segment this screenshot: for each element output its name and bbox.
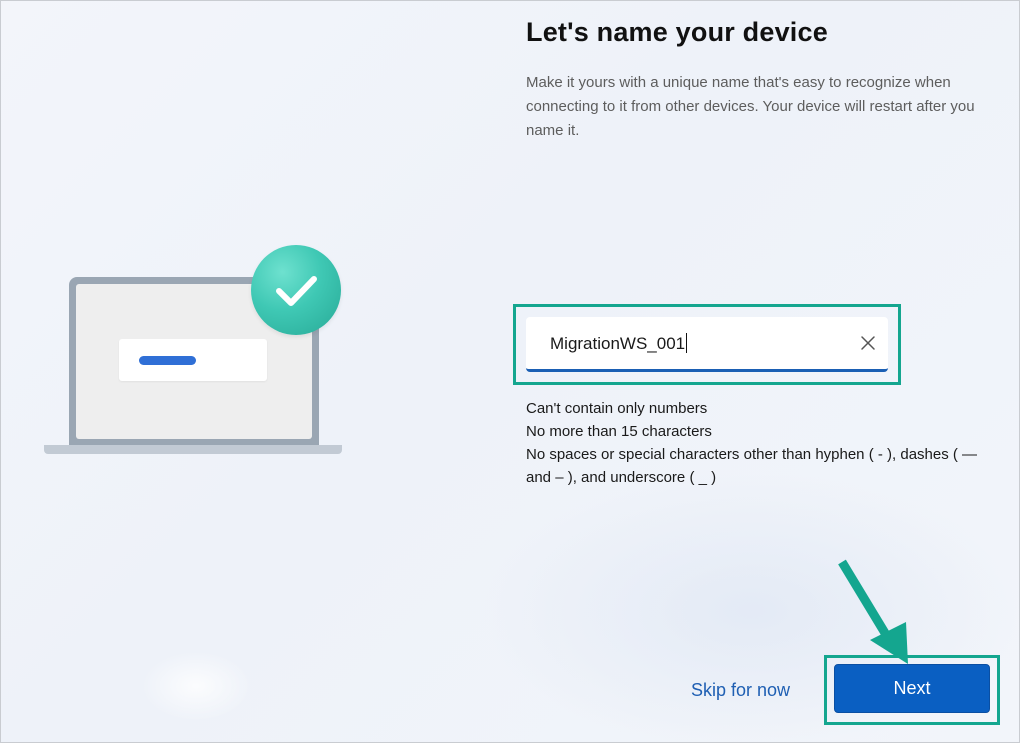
background-glow-small [141,651,251,721]
screen-dialog-bar [139,356,196,365]
screen-dialog-card [119,339,267,381]
skip-for-now-link[interactable]: Skip for now [691,680,790,701]
device-name-input[interactable]: MigrationWS_001 [526,317,888,372]
checkmark-icon [251,245,341,335]
name-requirements: Can't contain only numbers No more than … [526,397,1006,489]
arrow-icon [838,559,908,664]
text-caret [686,333,688,353]
next-button[interactable]: Next [834,664,990,713]
device-name-text: MigrationWS_001 [550,334,686,353]
requirement-item: Can't contain only numbers [526,400,708,417]
requirement-item: No spaces or special characters other th… [526,446,978,486]
page-description: Make it yours with a unique name that's … [526,74,975,139]
laptop-base [44,445,342,454]
device-name-value[interactable]: MigrationWS_001 [550,333,688,354]
requirement-item: No more than 15 characters [526,423,712,440]
close-icon[interactable] [856,331,880,355]
setup-window: Let's name your device Make it yours wit… [0,0,1020,743]
page-title: Let's name your device [526,17,828,47]
